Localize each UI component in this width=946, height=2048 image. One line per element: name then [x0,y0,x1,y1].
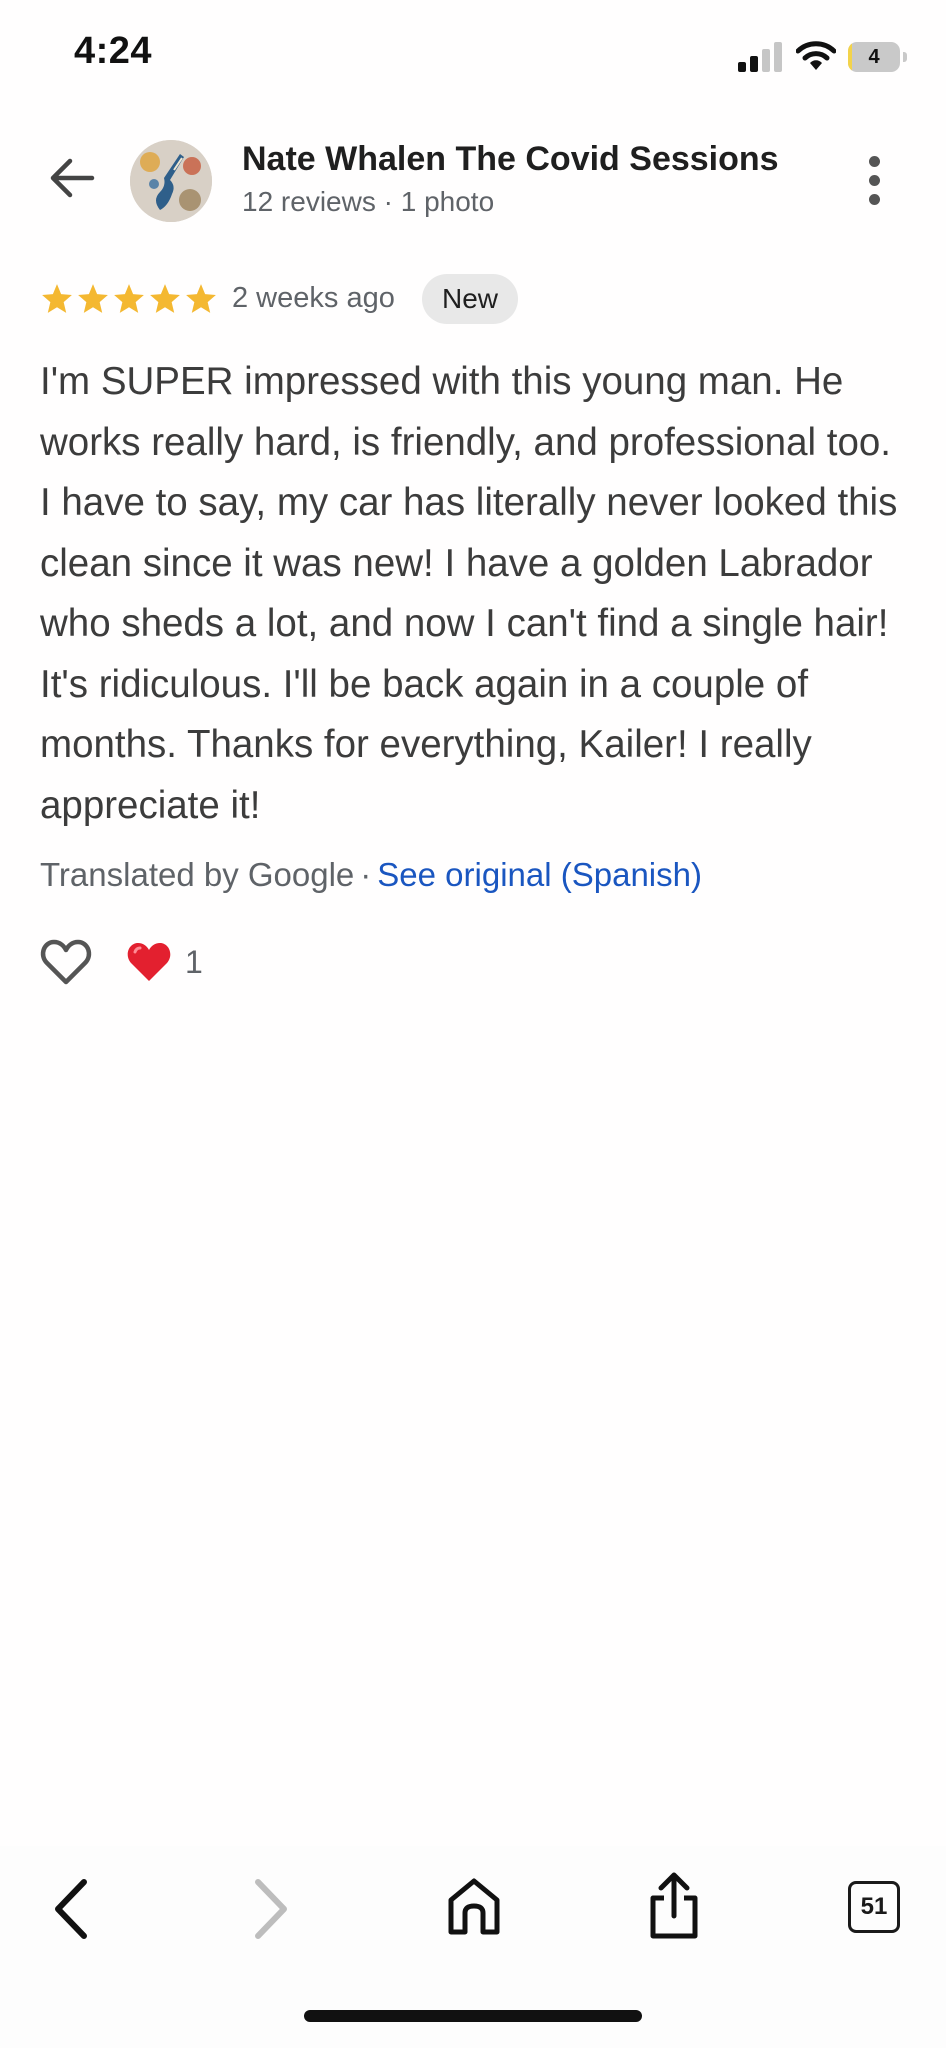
review-time: 2 weeks ago [232,282,395,314]
see-original-link[interactable]: See original (Spanish) [377,856,702,893]
avatar[interactable] [130,140,212,222]
back-button[interactable] [46,152,98,204]
star-icon [150,284,180,313]
translated-by-label: Translated by Google [40,856,355,893]
red-heart-reaction-icon[interactable] [126,940,172,984]
new-badge: New [422,274,519,324]
separator: · [360,856,372,893]
star-icon [78,284,108,313]
status-time: 4:24 [74,30,153,72]
battery-level: 4 [868,46,880,68]
share-icon[interactable] [646,1872,702,1940]
browser-back-chevron-icon[interactable] [48,1878,96,1940]
tabs-count: 51 [860,1893,888,1920]
like-heart-outline-icon[interactable] [40,938,92,986]
avatar-guitar-icon [130,140,212,222]
reaction-count: 1 [185,944,203,980]
star-rating [40,282,218,316]
home-indicator[interactable] [304,2010,642,2022]
home-icon[interactable] [446,1876,502,1936]
more-options-button[interactable] [858,156,892,206]
wifi-icon [796,41,836,70]
more-vertical-icon [869,156,880,167]
browser-forward-chevron-icon[interactable] [246,1878,294,1940]
review-text: I'm SUPER impressed with this young man.… [40,360,898,827]
cellular-signal-icon [738,42,782,72]
tabs-button[interactable]: 51 [848,1881,900,1933]
translation-note: Translated by Google · See original (Spani… [40,856,702,894]
star-icon [186,284,216,313]
battery-icon: 4 [848,42,908,72]
star-icon [114,284,144,313]
reviewer-name[interactable]: Nate Whalen The Covid Sessions [242,140,779,179]
star-icon [42,284,72,313]
reviewer-meta: 12 reviews · 1 photo [242,186,495,217]
